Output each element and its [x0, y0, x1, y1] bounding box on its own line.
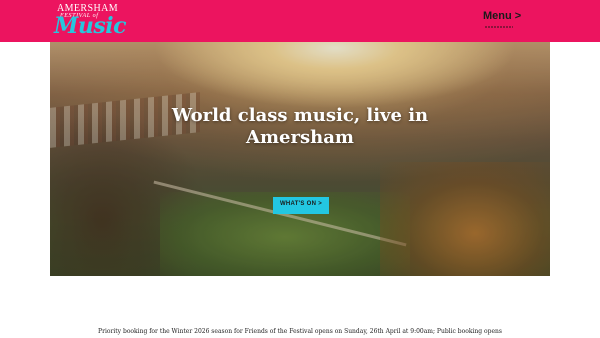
- hero-title: World class music, live in Amersham: [171, 105, 429, 148]
- whats-on-button[interactable]: WHAT'S ON >: [273, 197, 329, 214]
- booking-notice: Priority booking for the Winter 2026 sea…: [98, 328, 502, 335]
- logo-line-music: Music: [54, 13, 127, 39]
- whats-on-button-label: WHAT'S ON >: [279, 201, 323, 207]
- hero-image-overlay: [50, 42, 550, 276]
- menu-underline: [485, 26, 513, 28]
- site-header: AMERSHAM FESTIVAL of Music Menu >: [0, 0, 600, 42]
- menu-button[interactable]: Menu >: [478, 8, 526, 32]
- hero-banner: World class music, live in Amersham WHAT…: [50, 42, 550, 276]
- festival-logo[interactable]: AMERSHAM FESTIVAL of Music: [54, 3, 130, 39]
- menu-button-label: Menu >: [483, 10, 522, 22]
